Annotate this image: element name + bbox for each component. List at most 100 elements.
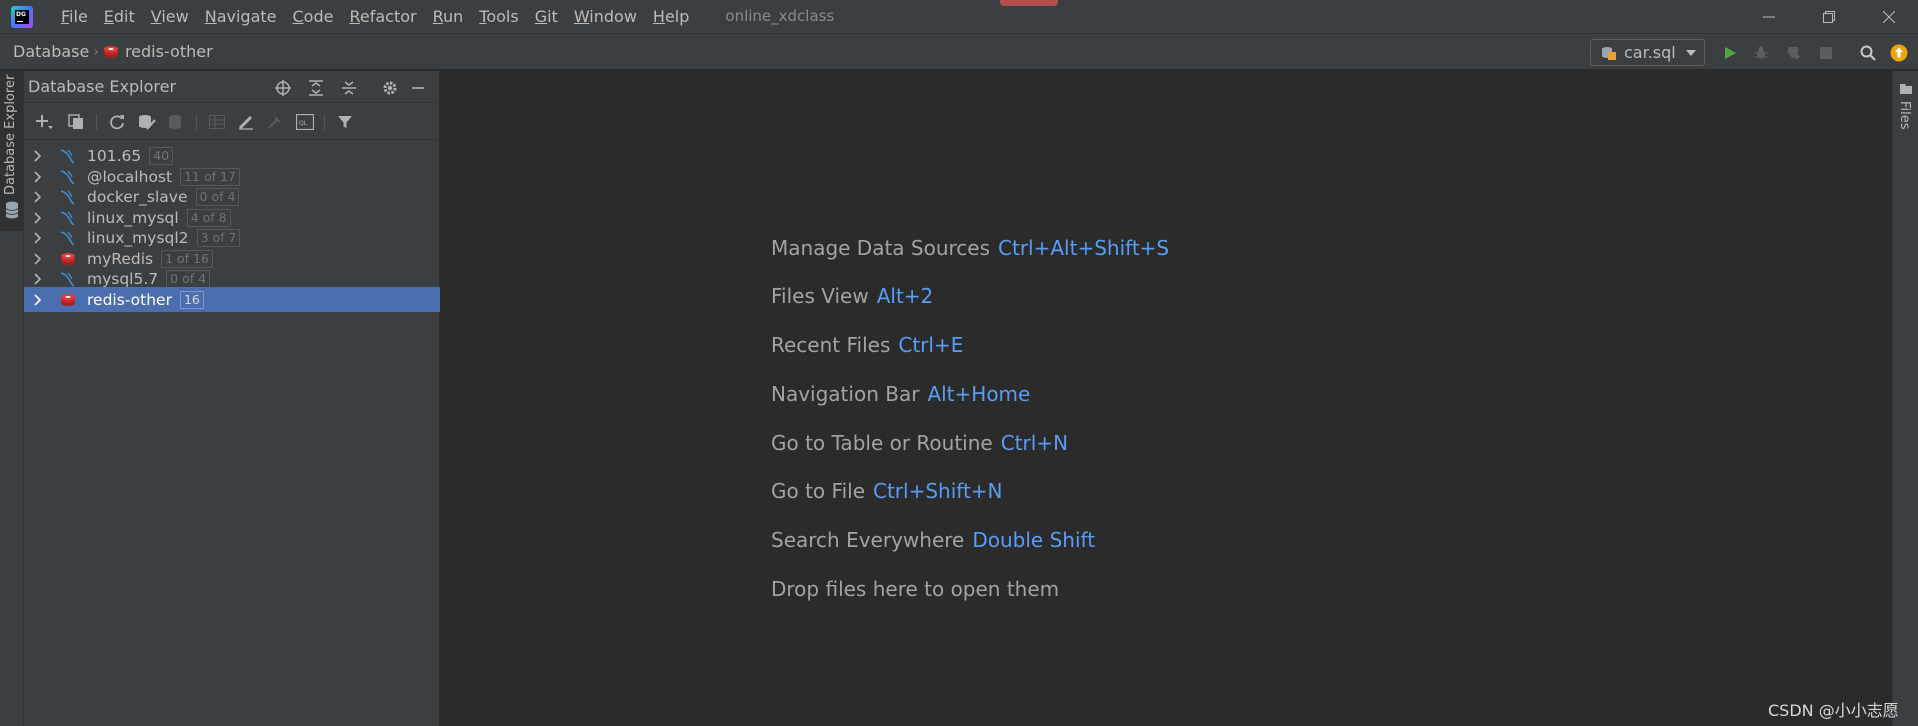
sql-console-icon: QL — [296, 114, 314, 130]
edit-source-button[interactable] — [236, 112, 256, 132]
breadcrumb-redis-other[interactable]: redis-other — [125, 42, 213, 61]
empty-state-hint: Drop files here to open them — [771, 577, 1059, 601]
datagrip-logo-icon[interactable]: DG — [11, 5, 33, 28]
hint-shortcut[interactable]: Ctrl+E — [898, 333, 963, 357]
editor-empty-state: Manage Data Sources Ctrl+Alt+Shift+S Files… — [441, 71, 1892, 726]
menu-tools[interactable]: Tools — [471, 0, 526, 33]
menu-navigate[interactable]: Navigate — [197, 0, 285, 33]
collapse-all-button[interactable] — [339, 78, 359, 98]
schema-count-badge: 0 of 4 — [195, 187, 240, 206]
data-source-name: redis-other — [87, 290, 172, 309]
hint-text: Search Everywhere — [771, 528, 965, 552]
run-configuration-select[interactable]: car.sql — [1590, 39, 1705, 66]
select-opened-file-button[interactable] — [273, 78, 293, 98]
menu-refactor[interactable]: Refactor — [341, 0, 424, 33]
menu-window[interactable]: Window — [566, 0, 645, 33]
schema-count-badge: 16 — [179, 290, 204, 309]
chevron-right-icon[interactable] — [34, 170, 44, 183]
database-explorer-tool-tab[interactable]: Database Explorer — [0, 71, 23, 231]
main-menu: File Edit View Navigate Code Refactor Run Tools… — [53, 0, 697, 33]
mysql-icon — [59, 169, 77, 185]
hint-shortcut[interactable]: Ctrl+N — [1001, 431, 1068, 455]
restore-window-button[interactable] — [1806, 0, 1852, 33]
hint-shortcut[interactable]: Alt+2 — [877, 284, 934, 308]
mysql-icon — [60, 148, 75, 164]
database-explorer-header: Database Explorer — [24, 71, 440, 103]
minimize-icon — [412, 87, 424, 89]
chevron-right-icon[interactable] — [34, 149, 44, 162]
disconnect-button[interactable] — [165, 112, 185, 132]
menu-help[interactable]: Help — [645, 0, 697, 33]
table-editor-button[interactable] — [207, 112, 227, 132]
menu-file[interactable]: File — [53, 0, 96, 33]
run-with-coverage-button[interactable] — [1784, 43, 1804, 63]
menu-run[interactable]: Run — [425, 0, 472, 33]
redis-icon — [61, 252, 75, 265]
chevron-right-icon[interactable] — [34, 211, 44, 224]
expand-all-button[interactable] — [306, 78, 326, 98]
debug-button[interactable] — [1751, 43, 1771, 63]
schema-count-badge: 40 — [149, 146, 174, 165]
sql-file-icon — [1602, 46, 1616, 60]
refresh-button[interactable] — [107, 112, 127, 132]
filter-button[interactable] — [335, 112, 355, 132]
mysql-icon — [59, 271, 77, 287]
chevron-right-icon[interactable] — [34, 293, 44, 306]
empty-state-hint: Manage Data Sources Ctrl+Alt+Shift+S — [771, 236, 1169, 260]
data-source-name: myRedis — [87, 249, 154, 268]
plus-icon — [36, 115, 53, 129]
settings-button[interactable] — [380, 78, 400, 98]
schema-count-badge: 11 of 17 — [180, 167, 240, 186]
menu-view[interactable]: View — [143, 0, 197, 33]
toolbar-separator — [96, 114, 97, 130]
chevron-right-icon[interactable] — [34, 231, 44, 244]
database-explorer-toolbar: QL — [24, 104, 440, 140]
left-tool-stripe: Database Explorer — [0, 71, 24, 726]
minimize-window-button[interactable] — [1746, 0, 1792, 33]
mysql-icon — [60, 189, 75, 205]
stop-button[interactable] — [1816, 43, 1836, 63]
hint-shortcut[interactable]: Ctrl+Shift+N — [873, 479, 1003, 503]
mysql-icon — [59, 210, 77, 226]
restore-icon — [1823, 10, 1835, 23]
tree-item-data-source[interactable]: redis-other 16 — [24, 287, 440, 312]
data-source-name: 101.65 — [87, 146, 142, 165]
mysql-icon — [60, 169, 75, 185]
files-tool-tab[interactable]: Files — [1897, 101, 1912, 130]
open-query-console-button[interactable]: QL — [295, 112, 315, 132]
schema-properties-button[interactable] — [137, 112, 157, 132]
schema-count-badge: 0 of 4 — [166, 269, 211, 288]
run-button[interactable] — [1720, 43, 1740, 63]
mysql-icon — [59, 230, 77, 246]
navigation-bar: Database › redis-other car.sql — [0, 33, 1918, 70]
close-window-button[interactable] — [1866, 0, 1912, 33]
breadcrumb-database[interactable]: Database — [13, 42, 89, 61]
menu-git[interactable]: Git — [527, 0, 566, 33]
refresh-icon — [110, 115, 124, 130]
empty-state-hint: Navigation Bar Alt+Home — [771, 382, 1030, 406]
jump-to-query-console-button[interactable] — [265, 112, 285, 132]
menu-edit[interactable]: Edit — [96, 0, 143, 33]
chevron-right-icon[interactable] — [34, 252, 44, 265]
add-data-source-button[interactable] — [34, 112, 54, 132]
svg-text:QL: QL — [299, 120, 308, 127]
menu-code[interactable]: Code — [285, 0, 342, 33]
hint-shortcut[interactable]: Alt+Home — [927, 382, 1030, 406]
hint-shortcut[interactable]: Double Shift — [972, 528, 1095, 552]
schema-count-badge: 1 of 16 — [161, 249, 213, 268]
empty-state-hint: Go to Table or Routine Ctrl+N — [771, 431, 1068, 455]
duplicate-button[interactable] — [66, 112, 86, 132]
chevron-right-icon[interactable] — [34, 190, 44, 203]
redis-icon — [59, 251, 77, 267]
mysql-icon — [60, 271, 75, 287]
redis-icon — [59, 292, 77, 308]
hide-panel-button[interactable] — [408, 78, 428, 98]
hint-shortcut[interactable]: Ctrl+Alt+Shift+S — [998, 236, 1169, 260]
updates-button[interactable] — [1889, 43, 1909, 63]
hint-text: Files View — [771, 284, 869, 308]
empty-state-hint: Search Everywhere Double Shift — [771, 528, 1095, 552]
search-everywhere-button[interactable] — [1858, 43, 1878, 63]
database-icon — [5, 201, 19, 219]
title-bar: DG File Edit View Navigate Code Refactor Run To… — [0, 0, 1918, 33]
chevron-right-icon[interactable] — [34, 272, 44, 285]
